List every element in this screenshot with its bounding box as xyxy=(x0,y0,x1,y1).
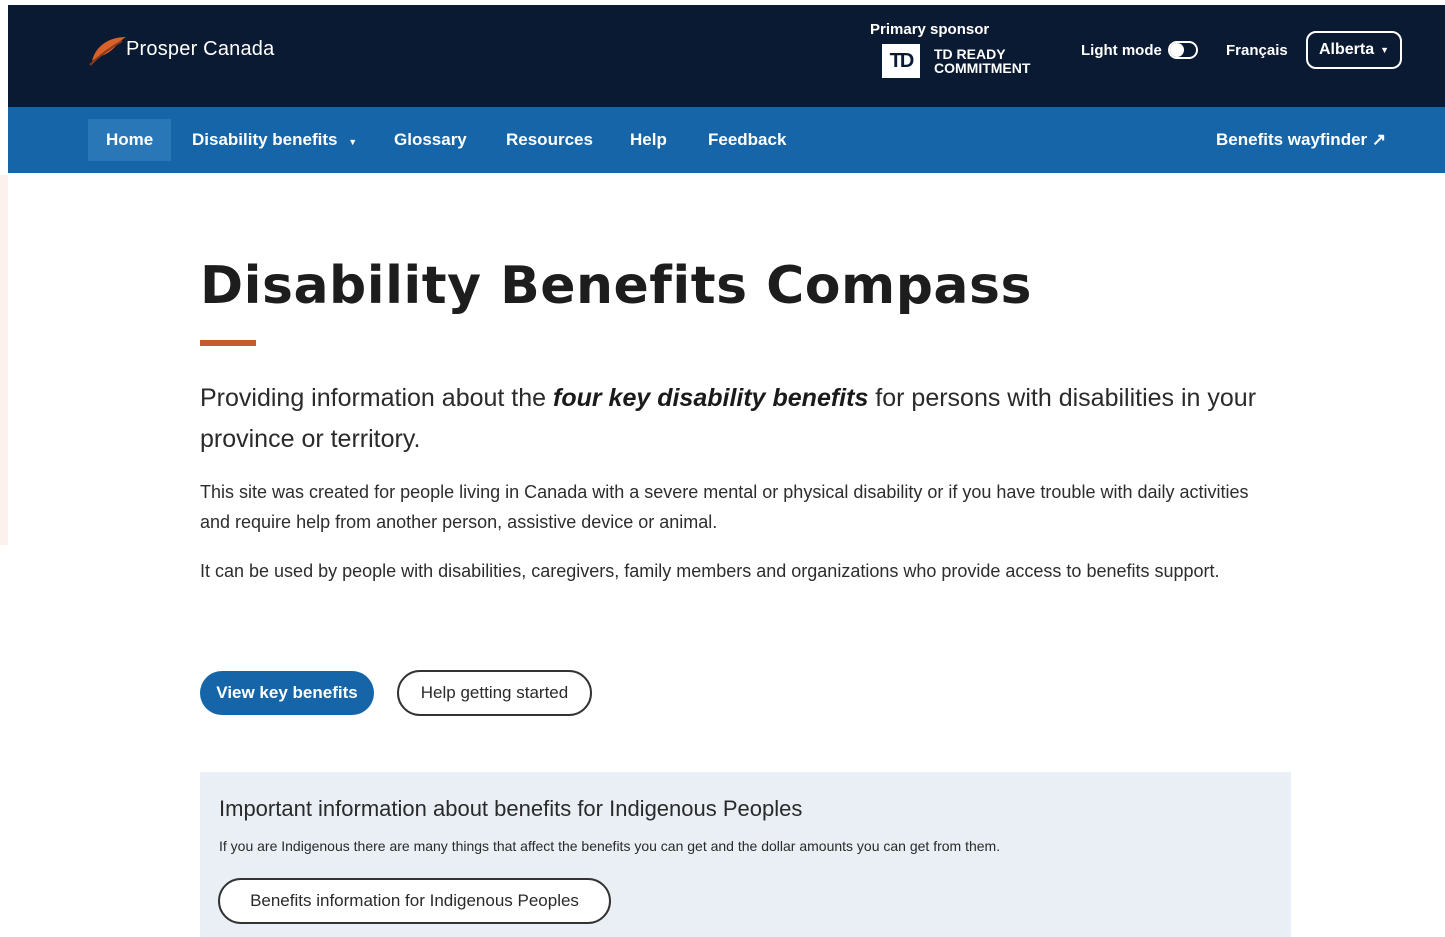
page-title: Disability Benefits Compass xyxy=(200,256,1032,316)
audience-paragraph: It can be used by people with disabiliti… xyxy=(200,561,1220,581)
province-selected: Alberta xyxy=(1318,41,1375,58)
lead-emphasis: four key disability benefits xyxy=(553,384,869,412)
top-header: Prosper Canada Primary sponsor TD TD REA… xyxy=(8,5,1445,107)
main-nav: Home Disability benefits ▼ Glossary Reso… xyxy=(8,107,1445,173)
external-link-icon: ↗ xyxy=(1371,130,1387,149)
nav-item-resources[interactable]: Resources xyxy=(488,119,611,161)
help-getting-started-button[interactable]: Help getting started xyxy=(397,670,592,716)
lead-paragraph: Providing information about the four key… xyxy=(200,378,1290,460)
logo-text: Prosper Canada xyxy=(126,37,275,60)
leaf-logo-icon xyxy=(89,37,126,66)
indigenous-info-box: Important information about benefits for… xyxy=(200,772,1291,937)
td-ready-line2: COMMITMENT xyxy=(934,60,1031,76)
info-box-text: If you are Indigenous there are many thi… xyxy=(219,838,1001,854)
language-link[interactable]: Français xyxy=(1226,42,1288,59)
sponsor-block: Primary sponsor TD TD READY COMMITMENT xyxy=(870,21,1030,78)
lead-text-start: Providing information about the xyxy=(200,384,553,412)
nav-item-help[interactable]: Help xyxy=(612,119,685,161)
td-ready-line1: TD READY xyxy=(934,46,1006,62)
nav-item-glossary[interactable]: Glossary xyxy=(376,119,485,161)
nav-item-home[interactable]: Home xyxy=(88,119,172,161)
light-mode-toggle[interactable]: Light mode xyxy=(1081,41,1198,59)
td-ready-logo[interactable]: TD TD READY COMMITMENT xyxy=(870,44,1030,78)
chevron-down-icon: ▼ xyxy=(1380,45,1390,55)
prosper-canada-logo[interactable]: Prosper Canada xyxy=(88,31,274,67)
nav-item-feedback[interactable]: Feedback xyxy=(690,119,804,161)
indigenous-benefits-button[interactable]: Benefits information for Indigenous Peop… xyxy=(218,878,611,924)
toggle-icon xyxy=(1167,41,1198,59)
page-edge-tint xyxy=(0,175,8,545)
info-box-title: Important information about benefits for… xyxy=(219,796,803,821)
benefits-wayfinder-link[interactable]: Benefits wayfinder ↗ xyxy=(1198,119,1404,161)
nav-item-disability-benefits[interactable]: Disability benefits ▼ xyxy=(174,119,375,161)
intro-paragraph: This site was created for people living … xyxy=(200,482,1249,532)
wayfinder-label: Benefits wayfinder xyxy=(1216,130,1368,149)
nav-item-label: Disability benefits xyxy=(192,130,338,149)
td-ready-text: TD READY COMMITMENT xyxy=(934,47,1030,75)
province-select[interactable]: Alberta ▼ xyxy=(1306,31,1402,69)
title-underline xyxy=(200,340,256,346)
sponsor-label: Primary sponsor xyxy=(870,21,990,38)
chevron-down-icon: ▼ xyxy=(348,137,358,147)
view-key-benefits-button[interactable]: View key benefits xyxy=(200,671,374,715)
light-mode-label: Light mode xyxy=(1081,41,1162,59)
td-logo-icon: TD xyxy=(882,44,920,78)
